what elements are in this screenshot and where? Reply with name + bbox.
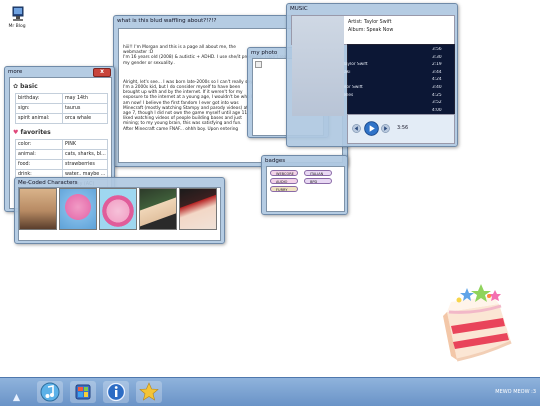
badge: WEBCORE <box>270 170 298 176</box>
characters-window[interactable]: Me-Coded Characters <box>14 177 225 244</box>
track-duration: 4:25 <box>432 92 442 98</box>
about-paragraph: Alright, let's see... I was born late-20… <box>123 79 253 132</box>
track-duration: 3:52 <box>432 100 442 106</box>
desktop-icon-mr-blog[interactable]: Mr Blog <box>7 6 29 29</box>
info-row-value: orca whale <box>62 113 108 124</box>
music-controls: 3:56 <box>347 114 455 144</box>
characters-strip <box>18 187 221 241</box>
badge: ITALIAN <box>304 170 332 176</box>
badges-window-title: badges <box>265 158 286 164</box>
track-duration: 4:00 <box>432 107 442 113</box>
taskbar-clock-text: MEWO MEOW :3 <box>495 389 536 395</box>
time-display: 3:56 <box>397 125 409 131</box>
badge: FURRY <box>270 186 298 192</box>
album-line: Album: Speak Now <box>348 28 394 33</box>
info-icon <box>106 382 126 402</box>
badge: BPD <box>304 178 332 184</box>
character-thumbnail[interactable] <box>19 188 57 230</box>
play-icon[interactable] <box>364 121 379 136</box>
character-thumbnail[interactable] <box>59 188 97 230</box>
windows-folder-icon <box>75 384 91 400</box>
badges-window[interactable]: badges WEBCORE ITALIAN AUDIO BPD FURRY <box>261 155 348 215</box>
character-thumbnail[interactable] <box>179 188 217 230</box>
track-duration: 4:24 <box>432 77 442 83</box>
about-text: hiii!! I'm Morgan and this is a page all… <box>123 45 326 132</box>
about-paragraph: hiii!! I'm Morgan and this is a page all… <box>123 45 236 56</box>
playlist-row[interactable]: Blaki 3:44 <box>340 70 447 76</box>
track-duration: 3:40 <box>432 85 442 90</box>
taskbar-favorites-button[interactable] <box>136 381 162 403</box>
favorites-section-heading: ♥ favorites <box>13 129 51 136</box>
desktop-icon-label: Mr Blog <box>8 24 26 29</box>
track-duration: 2:19 <box>432 62 442 68</box>
character-thumbnail[interactable] <box>99 188 137 230</box>
playlist-row[interactable]: 3:30 <box>340 55 447 61</box>
info-row-label: spirit animal: <box>15 113 63 124</box>
playlist-row[interactable]: aylor Swift 3:40 <box>340 85 447 91</box>
close-button[interactable]: x <box>93 68 111 77</box>
taskbar-music-button[interactable] <box>37 381 63 403</box>
previous-icon[interactable] <box>352 124 361 133</box>
paw-icon: ✿ <box>13 83 19 90</box>
playlist-row[interactable]: rrelles 4:25 <box>340 93 447 99</box>
playlist-row[interactable]: - Taylor Swift 2:19 <box>340 62 447 68</box>
badges-content: WEBCORE ITALIAN AUDIO BPD FURRY <box>266 166 345 212</box>
start-arrow-icon <box>12 393 21 402</box>
track-duration: 3:44 <box>432 69 442 75</box>
badge: AUDIO <box>270 178 298 184</box>
basic-section-heading: ✿ basic <box>13 83 38 90</box>
track-duration: 3:30 <box>432 54 442 60</box>
playlist-row[interactable]: 3:56 <box>340 47 447 53</box>
computer-icon <box>12 6 24 21</box>
playlist-row[interactable]: 3:52 <box>340 100 447 106</box>
taskbar-explorer-button[interactable] <box>70 381 96 403</box>
playlist-row[interactable]: 4:00 <box>340 108 447 114</box>
basic-heading-text: basic <box>20 83 38 90</box>
track-duration: 3:56 <box>432 47 442 52</box>
track-title: - Taylor Swift <box>340 62 368 68</box>
playlist-row[interactable]: 4:24 <box>340 77 447 83</box>
broken-image-icon <box>255 61 262 68</box>
character-thumbnail[interactable] <box>139 188 177 230</box>
cake-slice-image <box>443 284 512 362</box>
next-icon[interactable] <box>381 124 390 133</box>
taskbar-info-button[interactable] <box>103 381 129 403</box>
album-art <box>292 16 344 116</box>
taskbar: MEWO MEOW :3 <box>0 377 540 406</box>
music-window-title: MUSIC <box>290 6 308 12</box>
star-icon <box>139 382 159 401</box>
music-note-icon <box>40 382 60 402</box>
favorites-heading-text: favorites <box>20 129 51 136</box>
artist-line: Artist: Taylor Swift <box>348 20 392 25</box>
start-button[interactable] <box>12 393 21 402</box>
heart-icon: ♥ <box>13 129 19 136</box>
